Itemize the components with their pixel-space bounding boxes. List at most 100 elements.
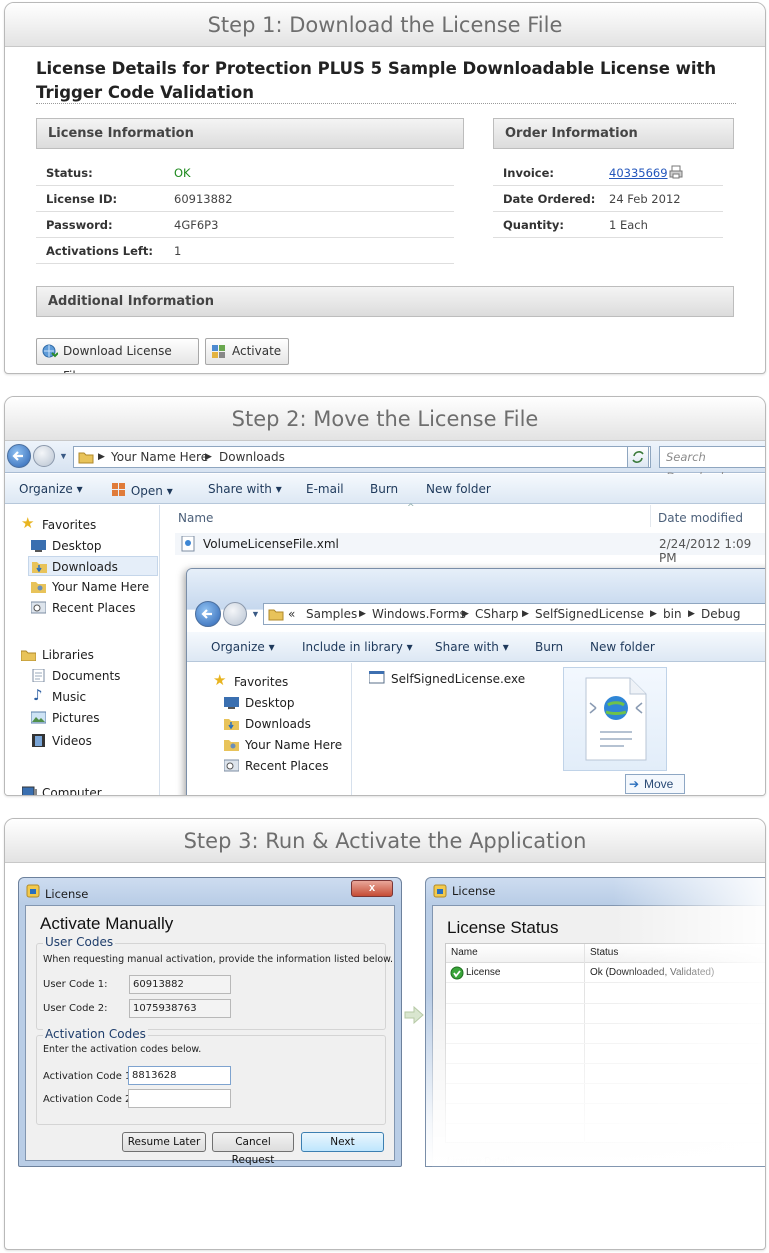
quantity-label: Quantity: (503, 218, 564, 232)
license-status-heading: License Status (447, 918, 559, 937)
organize-menu[interactable]: Organize ▾ (19, 482, 83, 496)
nav-your-name-here[interactable]: Your Name Here (223, 735, 342, 755)
nav-your-name-here[interactable]: Your Name Here (30, 577, 149, 597)
share-with-menu[interactable]: Share with ▾ (435, 640, 509, 654)
nav-documents[interactable]: Documents (30, 666, 120, 686)
activation-dialog: License x Activate Manually User Codes W… (18, 877, 402, 1167)
download-license-button[interactable]: Download License File (36, 338, 199, 373)
column-name-header[interactable]: Name (178, 511, 213, 525)
open-menu[interactable]: Open ▾ (111, 482, 173, 498)
nav-computer[interactable]: Computer (21, 783, 102, 795)
status-row: Status: OK (36, 160, 454, 186)
close-button[interactable]: x (351, 880, 393, 897)
include-in-library-menu[interactable]: Include in library ▾ (302, 640, 413, 654)
activations-left-value: 1 (174, 244, 182, 258)
new-folder-command[interactable]: New folder (590, 640, 655, 654)
nav-music[interactable]: ♪ Music (30, 687, 86, 707)
address-field-2[interactable]: « Samples ▶ Windows.Forms ▶ CSharp ▶ Sel… (263, 603, 765, 625)
status-label: Status: (46, 166, 93, 180)
recent-places-icon (224, 759, 239, 772)
activation-code-1-input[interactable]: 8813628 (128, 1066, 231, 1085)
file-row[interactable]: VolumeLicenseFile.xml 2/24/2012 1:09 PM (175, 533, 765, 565)
back-button[interactable] (7, 444, 31, 468)
window2-command-bar: Organize ▾ Include in library ▾ Share wi… (187, 632, 765, 662)
nav-favorites[interactable]: ★ Favorites (21, 515, 96, 535)
path-segment[interactable]: Your Name Here (111, 447, 208, 467)
explorer-address-bar: ▼ ▶ Your Name Here ▶ Downloads ▼ Search … (5, 441, 765, 484)
path-segment[interactable]: Samples (306, 604, 357, 624)
path-segment[interactable]: Downloads (219, 447, 285, 467)
column-date-header[interactable]: Date modified (658, 511, 743, 525)
column-name-header[interactable]: Name (451, 947, 478, 958)
resume-later-button[interactable]: Resume Later (122, 1132, 206, 1152)
column-status-header[interactable]: Status (590, 947, 618, 958)
nav-videos[interactable]: Videos (30, 731, 92, 751)
activation-codes-hint: Enter the activation codes below. (43, 1044, 202, 1055)
user-code-2-field[interactable]: 1075938763 (129, 999, 231, 1018)
path-sep-icon: ▶ (522, 609, 529, 619)
email-command[interactable]: E-mail (306, 482, 344, 496)
nav-favorites[interactable]: ★ Favorites (213, 672, 288, 692)
activate-button[interactable]: Activate (205, 338, 289, 365)
activation-codes-label: Activation Codes (43, 1027, 148, 1041)
history-dropdown-icon[interactable]: ▼ (59, 451, 68, 461)
activate-label: Activate (232, 344, 282, 358)
nav-desktop[interactable]: Desktop (223, 693, 295, 713)
path-segment[interactable]: CSharp (475, 604, 519, 624)
invoice-row: Invoice: 40335669 (493, 160, 723, 186)
back-arrow-icon (201, 609, 212, 619)
nav-downloads[interactable]: Downloads (28, 556, 158, 576)
nav-recent-places[interactable]: Recent Places (223, 756, 328, 776)
navigation-pane: ★ Favorites Desktop Downloads Your Name … (5, 505, 160, 795)
burn-command[interactable]: Burn (535, 640, 563, 654)
refresh-icon (632, 451, 644, 463)
nav-recent-places[interactable]: Recent Places (30, 598, 135, 618)
next-button[interactable]: Next (301, 1132, 384, 1152)
print-icon[interactable] (669, 165, 683, 179)
cancel-request-button[interactable]: Cancel Request (212, 1132, 294, 1166)
videos-icon (32, 734, 45, 747)
activation-code-2-label: Activation Code 2: (43, 1094, 135, 1105)
desktop-icon (224, 697, 239, 709)
new-folder-command[interactable]: New folder (426, 482, 491, 496)
column-divider (650, 505, 651, 527)
step3-header: Step 3: Run & Activate the Application (5, 819, 765, 863)
table-row[interactable]: License Ok (Downloaded, Validated) (446, 964, 765, 983)
license-status-window: License License Status Name Status Licen… (425, 877, 765, 1167)
nav-desktop[interactable]: Desktop (30, 536, 102, 556)
libraries-icon (21, 650, 36, 661)
sort-indicator-icon: ^ (407, 503, 415, 513)
back-button-2[interactable] (195, 601, 221, 627)
nav-pictures[interactable]: Pictures (30, 708, 100, 728)
file-date: 2/24/2012 1:09 PM (659, 537, 752, 565)
forward-button[interactable] (33, 445, 55, 467)
path-segment[interactable]: Windows.Forms (372, 604, 466, 624)
history-dropdown-icon[interactable]: ▼ (251, 609, 260, 619)
path-overflow[interactable]: « (288, 604, 295, 624)
move-tooltip: ➔ Move (625, 774, 685, 794)
organize-menu[interactable]: Organize ▾ (211, 640, 275, 654)
recent-places-icon (31, 601, 46, 614)
path-segment[interactable]: Debug (701, 604, 740, 624)
user-codes-label: User Codes (43, 935, 116, 949)
burn-command[interactable]: Burn (370, 482, 398, 496)
invoice-link[interactable]: 40335669 (609, 160, 668, 186)
nav-libraries[interactable]: Libraries (21, 645, 94, 665)
path-segment[interactable]: bin (663, 604, 682, 624)
share-with-menu[interactable]: Share with ▾ (208, 482, 282, 496)
activations-left-row: Activations Left: 1 (36, 238, 454, 264)
forward-button-2[interactable] (223, 602, 247, 626)
activation-code-2-input[interactable] (128, 1089, 231, 1108)
invoice-label: Invoice: (503, 166, 555, 180)
user-code-1-field[interactable]: 60913882 (129, 975, 231, 994)
dialog-title: License (45, 887, 89, 901)
dragged-file-preview[interactable] (563, 667, 667, 771)
search-input[interactable]: Search Downloads (659, 446, 765, 484)
quantity-row: Quantity: 1 Each (493, 212, 723, 238)
path-segment[interactable]: SelfSignedLicense (535, 604, 644, 624)
documents-icon (32, 669, 45, 682)
nav-downloads[interactable]: Downloads (223, 714, 311, 734)
activations-left-label: Activations Left: (46, 244, 154, 258)
address-field[interactable]: ▶ Your Name Here ▶ Downloads ▼ (73, 446, 651, 468)
refresh-button[interactable] (627, 446, 649, 468)
